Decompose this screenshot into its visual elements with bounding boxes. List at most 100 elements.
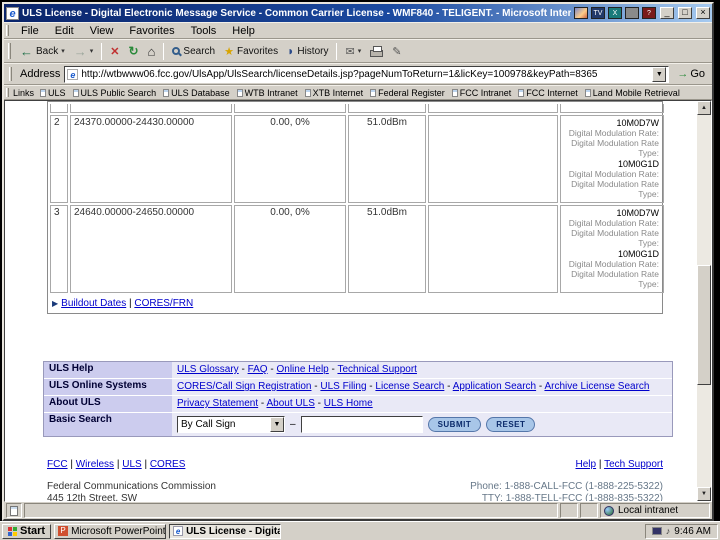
help-link[interactable]: ULS Home [324, 398, 373, 409]
help-row-label: About ULS [44, 396, 172, 413]
menubar: File Edit View Favorites Tools Help [4, 22, 712, 39]
footer-link[interactable]: Help [576, 459, 597, 470]
history-button[interactable]: ◗ History [283, 42, 332, 60]
help-link[interactable]: Application Search [453, 381, 536, 392]
search-label: Search [183, 45, 216, 57]
buildout-link[interactable]: CORES/FRN [134, 298, 193, 309]
page-ie-icon: e [67, 68, 79, 80]
grip-handle[interactable] [6, 25, 9, 36]
uls-help-table: ULS Help ULS Glossary - FAQ - Online Hel… [43, 361, 673, 437]
menu-tools[interactable]: Tools [183, 25, 225, 37]
chevron-down-icon[interactable]: ▾ [90, 47, 94, 55]
search-button[interactable]: Search [168, 44, 219, 59]
mail-button[interactable]: ✉ ▾ [341, 43, 365, 60]
links-bar-link[interactable]: Land Mobile Retrieval [593, 88, 680, 98]
go-button[interactable]: → Go [673, 68, 709, 80]
address-input[interactable]: e http://wtbwww06.fcc.gov/UlsApp/UlsSear… [64, 65, 670, 83]
emission-label: Digital Modulation Rate: [568, 218, 659, 228]
page-icon [370, 88, 377, 97]
buildout-link[interactable]: Buildout Dates [61, 298, 126, 309]
scrollbar-track[interactable] [697, 115, 711, 487]
links-bar-link[interactable]: FCC Internet [526, 88, 578, 98]
taskbar-task-ie[interactable]: e ULS License - Digital El... [169, 523, 282, 539]
scroll-up-button[interactable]: ▲ [697, 101, 711, 115]
desktop: e ULS License - Digital Electronic Messa… [0, 0, 720, 540]
help-row: ULS Online Systems CORES/Call Sign Regis… [44, 379, 672, 396]
print-button[interactable] [366, 44, 387, 59]
menu-help[interactable]: Help [224, 25, 263, 37]
basic-search-label: Basic Search [44, 413, 172, 436]
links-bar-link[interactable]: ULS [48, 88, 66, 98]
address-dropdown-button[interactable]: ▼ [652, 66, 667, 82]
help-link[interactable]: License Search [375, 381, 444, 392]
help-link[interactable]: ULS Filing [320, 381, 366, 392]
links-bar-link[interactable]: FCC Intranet [460, 88, 512, 98]
scroll-down-button[interactable]: ▼ [697, 487, 711, 501]
maximize-button[interactable]: □ [678, 7, 692, 19]
grip-handle[interactable] [8, 43, 11, 59]
menu-view[interactable]: View [82, 25, 122, 37]
emission-label: Digital Modulation Rate: [568, 128, 659, 138]
close-button[interactable]: × [696, 7, 710, 19]
stop-button[interactable]: ✕ [106, 43, 123, 60]
footer-link[interactable]: Wireless [76, 459, 114, 470]
links-bar-link[interactable]: XTB Internet [313, 88, 364, 98]
page-icon [236, 88, 243, 97]
footer-link[interactable]: Tech Support [604, 459, 663, 470]
tv-icon: TV [591, 7, 605, 19]
help-row: ULS Help ULS Glossary - FAQ - Online Hel… [44, 362, 672, 379]
scrollbar-thumb[interactable] [697, 265, 711, 385]
reset-button[interactable]: RESET [486, 417, 536, 432]
status-message [24, 503, 558, 518]
help-link[interactable]: About ULS [267, 398, 315, 409]
titlebar[interactable]: e ULS License - Digital Electronic Messa… [4, 4, 712, 22]
basic-search-controls: By Call Sign ▼ – SUBMIT RESET [172, 413, 672, 436]
grip-handle[interactable] [6, 87, 9, 98]
minimize-button[interactable]: _ [660, 7, 674, 19]
back-button[interactable]: ← Back ▾ [16, 42, 69, 61]
emission-designator: 10M0D7W [616, 208, 659, 218]
favorites-label: Favorites [236, 45, 279, 57]
help-link[interactable]: Archive License Search [544, 381, 649, 392]
search-type-select[interactable]: By Call Sign ▼ [177, 416, 285, 433]
edit-button[interactable]: ✎ [388, 43, 405, 60]
help-link[interactable]: CORES/Call Sign Registration [177, 381, 312, 392]
chevron-down-icon[interactable]: ▼ [270, 417, 284, 432]
start-button[interactable]: Start [2, 523, 52, 539]
links-bar-link[interactable]: Federal Register [378, 88, 445, 98]
footer-nav-links: FCC | Wireless | ULS | CORES [47, 459, 186, 470]
favorites-button[interactable]: ★ Favorites [220, 43, 282, 60]
volume-tray-icon[interactable]: ♪ [666, 526, 671, 536]
help-link[interactable]: FAQ [248, 364, 268, 375]
display-tray-icon[interactable] [651, 527, 662, 535]
menu-edit[interactable]: Edit [47, 25, 82, 37]
links-bar-link[interactable]: ULS Database [171, 88, 230, 98]
footer-link[interactable]: ULS [122, 459, 141, 470]
menu-favorites[interactable]: Favorites [121, 25, 182, 37]
footer-link[interactable]: CORES [150, 459, 186, 470]
footer-link[interactable]: FCC [47, 459, 68, 470]
taskbar-task-powerpoint[interactable]: P Microsoft PowerPoint - [...] [54, 523, 167, 539]
chevron-down-icon[interactable]: ▾ [61, 47, 65, 55]
help-link[interactable]: Online Help [276, 364, 328, 375]
grip-handle[interactable] [9, 67, 12, 81]
home-button[interactable]: ⌂ [144, 42, 160, 61]
basic-search-input[interactable] [300, 416, 423, 433]
links-bar-link[interactable]: ULS Public Search [81, 88, 157, 98]
vertical-scrollbar[interactable]: ▲ ▼ [697, 101, 711, 501]
menu-file[interactable]: File [13, 25, 47, 37]
links-bar-link[interactable]: WTB Intranet [245, 88, 298, 98]
emission-label: Type: [638, 148, 659, 158]
excel-icon: X [608, 7, 622, 19]
browser-viewport: 2 24370.00000-24430.00000 0.00, 0% 51.0d… [4, 100, 712, 502]
submit-button[interactable]: SUBMIT [427, 417, 482, 432]
chevron-down-icon[interactable]: ▾ [358, 47, 362, 55]
help-link[interactable]: Technical Support [337, 364, 417, 375]
help-row-links: Privacy Statement - About ULS - ULS Home [172, 396, 672, 413]
help-link[interactable]: ULS Glossary [177, 364, 239, 375]
help-link[interactable]: Privacy Statement [177, 398, 258, 409]
media-thumbnail-icon [574, 7, 588, 19]
emission-cell: 10M0D7W Digital Modulation Rate: Digital … [560, 115, 664, 203]
refresh-button[interactable]: ↻ [124, 42, 142, 60]
forward-button[interactable]: → ▾ [70, 42, 98, 61]
